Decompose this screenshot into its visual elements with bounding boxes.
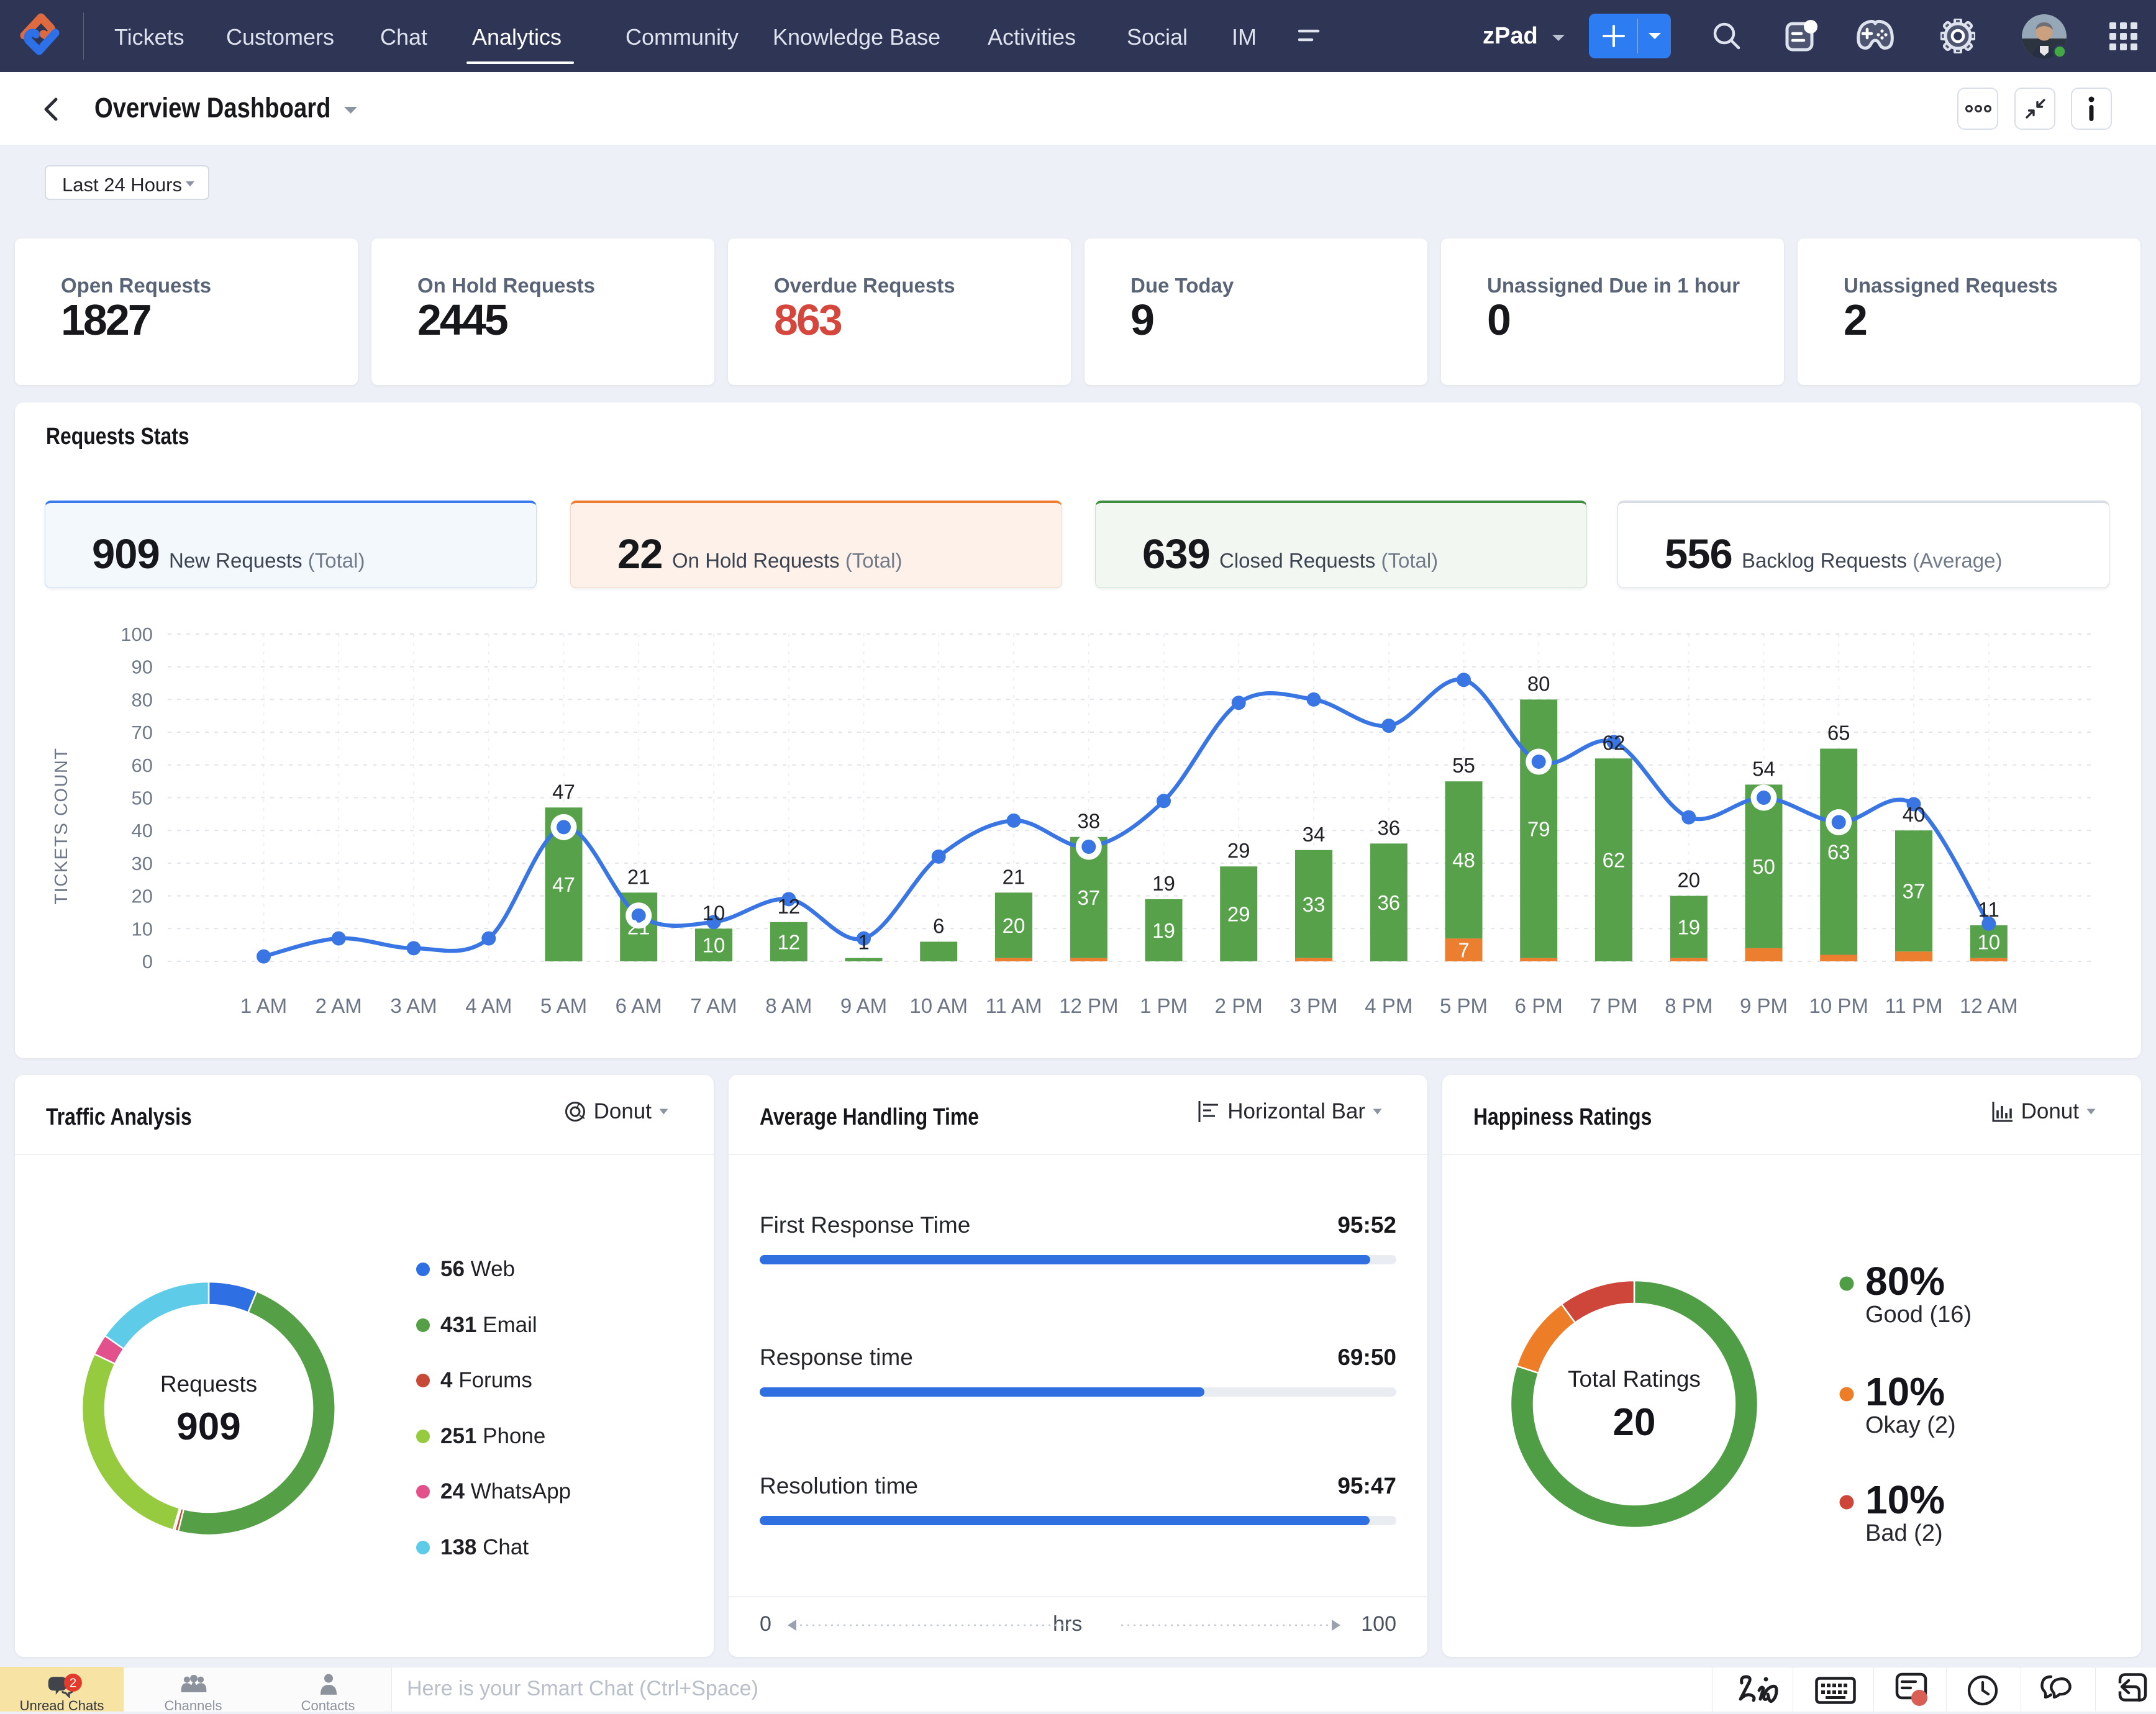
svg-text:10: 10 bbox=[132, 918, 153, 940]
svg-text:5 PM: 5 PM bbox=[1440, 994, 1488, 1017]
svg-text:29: 29 bbox=[1227, 839, 1250, 862]
svg-text:12 PM: 12 PM bbox=[1059, 994, 1118, 1017]
svg-text:100: 100 bbox=[121, 623, 153, 645]
svg-text:60: 60 bbox=[132, 755, 153, 776]
svg-text:21: 21 bbox=[627, 865, 650, 888]
svg-text:40: 40 bbox=[1903, 803, 1926, 826]
svg-text:4 PM: 4 PM bbox=[1365, 994, 1412, 1017]
svg-text:7: 7 bbox=[1458, 939, 1469, 962]
svg-text:47: 47 bbox=[552, 780, 575, 803]
svg-text:30: 30 bbox=[132, 853, 153, 874]
svg-text:90: 90 bbox=[132, 656, 153, 678]
svg-text:2 AM: 2 AM bbox=[316, 994, 362, 1017]
svg-text:10: 10 bbox=[1977, 930, 2000, 953]
svg-text:10: 10 bbox=[703, 901, 725, 924]
svg-text:1 PM: 1 PM bbox=[1140, 994, 1188, 1017]
svg-text:4 AM: 4 AM bbox=[465, 994, 512, 1017]
svg-text:6 AM: 6 AM bbox=[616, 994, 662, 1017]
svg-text:21: 21 bbox=[627, 916, 650, 939]
svg-text:40: 40 bbox=[132, 820, 153, 841]
svg-text:2 PM: 2 PM bbox=[1215, 994, 1263, 1017]
svg-text:79: 79 bbox=[1527, 818, 1550, 841]
svg-text:65: 65 bbox=[1827, 722, 1850, 745]
svg-text:5 AM: 5 AM bbox=[540, 994, 587, 1017]
svg-text:50: 50 bbox=[1752, 855, 1775, 878]
svg-text:12: 12 bbox=[777, 930, 800, 953]
svg-text:6 PM: 6 PM bbox=[1515, 994, 1563, 1017]
svg-text:6: 6 bbox=[933, 914, 944, 937]
svg-text:TICKETS COUNT: TICKETS COUNT bbox=[52, 747, 71, 904]
svg-text:62: 62 bbox=[1603, 731, 1626, 754]
svg-text:19: 19 bbox=[1152, 872, 1175, 895]
svg-text:1: 1 bbox=[858, 931, 869, 954]
svg-text:10: 10 bbox=[703, 934, 725, 957]
svg-text:19: 19 bbox=[1152, 919, 1175, 942]
svg-text:3 PM: 3 PM bbox=[1290, 994, 1337, 1017]
svg-text:7 PM: 7 PM bbox=[1590, 994, 1637, 1017]
svg-text:20: 20 bbox=[132, 886, 153, 907]
svg-text:11: 11 bbox=[1978, 898, 1999, 921]
svg-text:48: 48 bbox=[1452, 849, 1475, 872]
svg-text:0: 0 bbox=[142, 951, 153, 973]
svg-text:11 PM: 11 PM bbox=[1885, 994, 1943, 1017]
svg-text:55: 55 bbox=[1452, 754, 1475, 777]
svg-text:33: 33 bbox=[1303, 893, 1326, 916]
svg-text:9 PM: 9 PM bbox=[1740, 994, 1788, 1017]
svg-text:19: 19 bbox=[1677, 916, 1700, 939]
svg-text:20: 20 bbox=[1003, 914, 1026, 937]
svg-text:9 AM: 9 AM bbox=[840, 994, 887, 1017]
svg-text:34: 34 bbox=[1303, 823, 1326, 846]
svg-text:12: 12 bbox=[777, 895, 800, 918]
svg-text:38: 38 bbox=[1077, 810, 1100, 833]
svg-text:36: 36 bbox=[1377, 816, 1400, 839]
svg-text:63: 63 bbox=[1827, 841, 1850, 864]
svg-text:8 AM: 8 AM bbox=[765, 994, 812, 1017]
svg-text:47: 47 bbox=[552, 873, 575, 896]
svg-text:20: 20 bbox=[1677, 869, 1700, 892]
svg-text:1 AM: 1 AM bbox=[240, 994, 287, 1017]
svg-text:11 AM: 11 AM bbox=[985, 994, 1042, 1017]
svg-text:12 AM: 12 AM bbox=[1960, 994, 2018, 1017]
svg-text:50: 50 bbox=[132, 787, 153, 809]
svg-text:70: 70 bbox=[132, 722, 153, 743]
svg-text:37: 37 bbox=[1077, 886, 1100, 909]
svg-text:21: 21 bbox=[1003, 865, 1026, 888]
svg-text:80: 80 bbox=[132, 689, 153, 710]
svg-text:10 AM: 10 AM bbox=[909, 994, 968, 1017]
svg-text:37: 37 bbox=[1903, 880, 1926, 903]
svg-text:2: 2 bbox=[70, 1676, 77, 1690]
svg-text:80: 80 bbox=[1527, 672, 1550, 695]
svg-text:62: 62 bbox=[1603, 849, 1626, 872]
svg-text:29: 29 bbox=[1227, 903, 1250, 926]
svg-text:10 PM: 10 PM bbox=[1809, 994, 1868, 1017]
svg-text:7 AM: 7 AM bbox=[690, 994, 737, 1017]
svg-text:54: 54 bbox=[1752, 757, 1775, 780]
svg-text:3 AM: 3 AM bbox=[390, 994, 437, 1017]
svg-text:36: 36 bbox=[1377, 891, 1400, 914]
svg-text:8 PM: 8 PM bbox=[1665, 994, 1713, 1017]
